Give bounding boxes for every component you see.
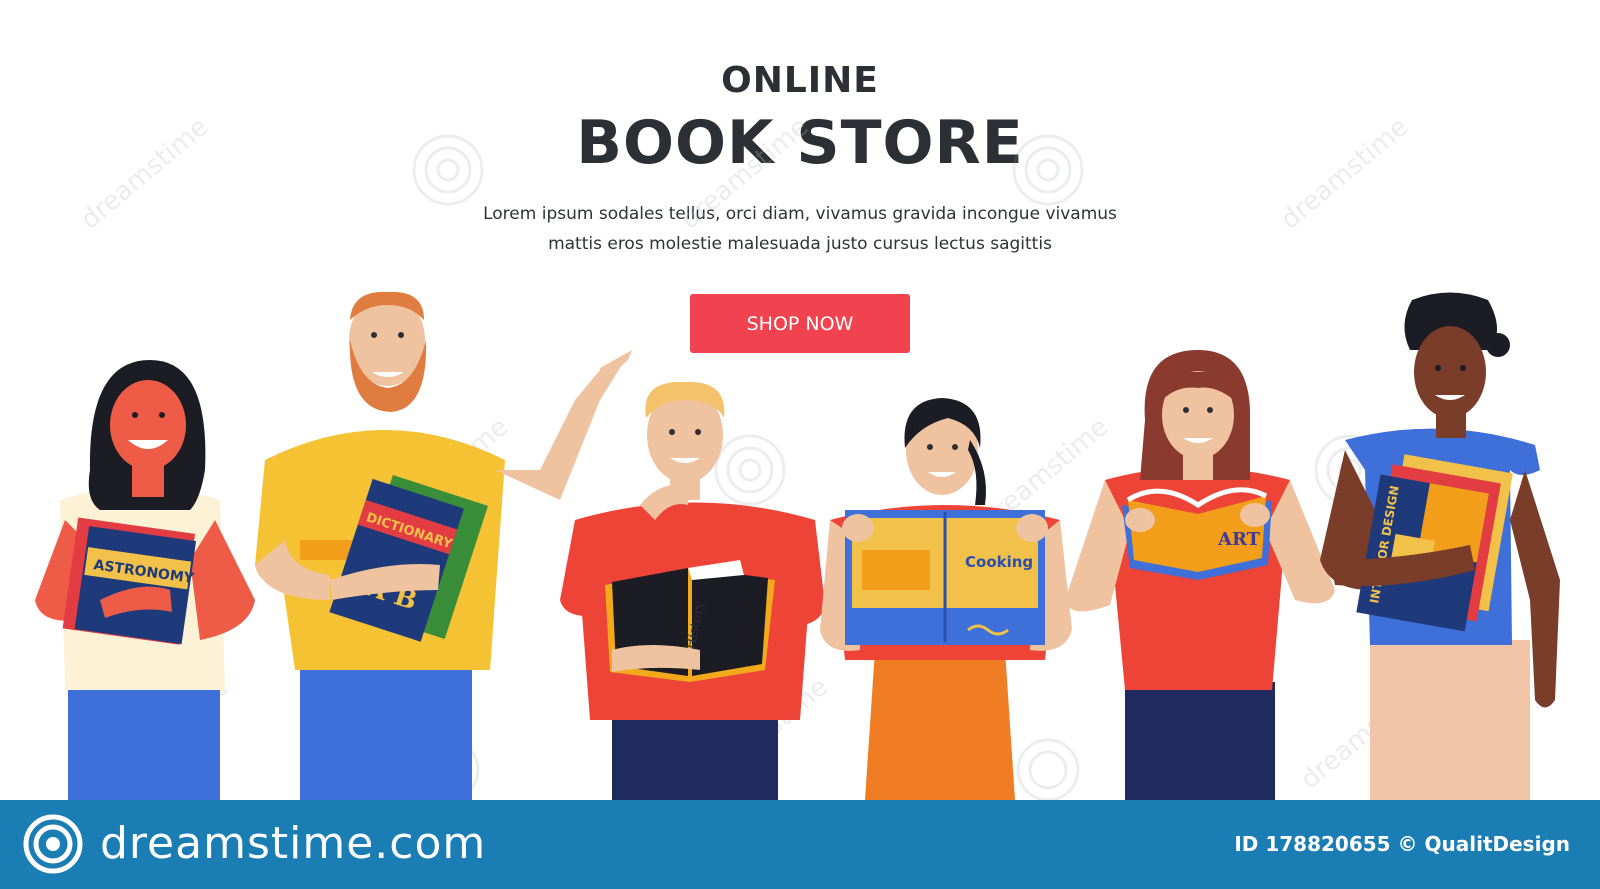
cooking-book: Cooking bbox=[845, 510, 1045, 645]
image-credit: ID 178820655 © QualitDesign bbox=[1234, 832, 1570, 856]
person-4-cooking: Cooking bbox=[820, 398, 1072, 800]
watermark-text: dreamstime bbox=[1275, 112, 1414, 235]
people-illustration: dreamstime dreamstime dreamstime dreamst… bbox=[35, 112, 1560, 800]
astronomy-book: ASTRONOMY bbox=[62, 517, 197, 645]
watermark-text: dreamstime bbox=[75, 112, 214, 235]
brand-name: dreamstime.com bbox=[100, 818, 487, 869]
watermark-text: dreamstime bbox=[675, 112, 814, 235]
person-5-art: ART bbox=[1065, 350, 1335, 800]
person-3-history: History bbox=[560, 381, 825, 800]
art-title: ART bbox=[1217, 529, 1261, 550]
dreamstime-logo-icon bbox=[23, 814, 83, 874]
person-1-astronomy: ASTRONOMY bbox=[35, 360, 255, 800]
banner: ONLINE BOOK STORE Lorem ipsum sodales te… bbox=[0, 0, 1600, 889]
cooking-title: Cooking bbox=[965, 553, 1033, 571]
